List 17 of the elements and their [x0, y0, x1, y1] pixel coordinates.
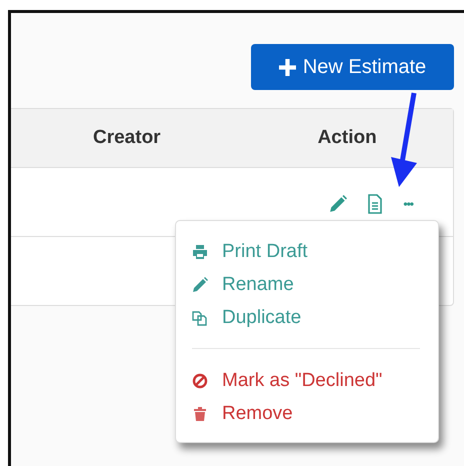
menu-item[interactable]: Mark as "Declined" — [176, 364, 438, 397]
column-header: Action — [318, 127, 377, 149]
ban-icon — [192, 372, 208, 388]
printer-icon — [192, 244, 208, 260]
copy-icon — [192, 310, 208, 326]
menu-item[interactable]: Print Draft — [176, 235, 438, 268]
new-estimate-button[interactable]: New Estimate — [251, 44, 454, 90]
pencil-icon[interactable] — [329, 195, 348, 213]
plus-icon — [278, 58, 296, 76]
column-header: Creator — [93, 127, 161, 149]
menu-item[interactable]: Duplicate — [176, 301, 438, 334]
menu-item[interactable]: Rename — [176, 268, 438, 301]
document-icon[interactable] — [367, 194, 384, 214]
menu-item[interactable]: Remove — [176, 397, 438, 430]
more-actions-button[interactable]: ••• — [403, 197, 413, 211]
pencil-icon — [192, 276, 208, 292]
trash-icon — [192, 406, 208, 422]
